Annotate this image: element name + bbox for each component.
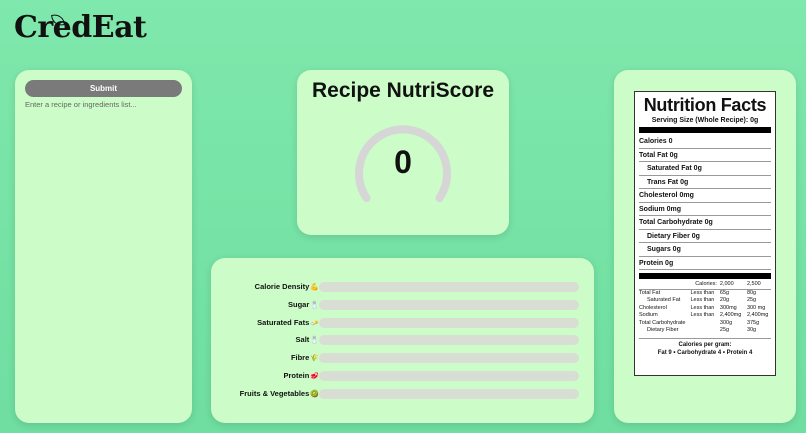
nutrition-row: Cholesterol 0mg [639,189,771,203]
nutrient-name: Salt [295,335,310,345]
nutriscore-panel: Recipe NutriScore 0 [297,70,509,235]
table-cell: 80g [746,289,757,296]
table-cell: Dietary Fiber [647,327,679,333]
nutrient-bar-track [319,299,579,310]
nutrition-facts-panel: Nutrition Facts Serving Size (Whole Reci… [614,70,796,423]
nutrient-bar-label: Salt🧂 [296,334,319,347]
nutrient-bar-label: Protein🥩 [283,370,319,383]
table-cell: 65g [719,289,730,296]
nutrient-name: Calorie Density [254,282,310,291]
table-row: Total Fat Less than 65g 80g [639,289,771,297]
nutrient-bar-row: Fruits & Vegetables🥝 [211,388,594,400]
table-row: Total Carbohydrate 300g 375g [639,320,771,328]
score-value: 0 [394,144,412,180]
table-header-cell: Calories: [690,281,717,290]
footer-line-1: Calories per gram: [678,341,732,348]
nutrition-row: Trans Fat 0g [639,176,771,189]
nutrient-bar-label: Calorie Density💪 [255,281,319,294]
nutrient-emoji-icon: 🌾 [310,355,319,363]
table-cell: Less than [690,312,715,318]
nutrient-bar-track [319,353,579,364]
nutrition-row: Saturated Fat 0g [639,162,771,176]
nutrient-emoji-icon: 🧈 [310,319,319,327]
nutrient-emoji-icon: 🧂 [310,301,319,309]
divider [639,273,771,279]
nutrition-row: Calories 0 [639,135,771,149]
nutrient-bars-panel: Calorie Density💪 Sugar🧂 Saturated Fats🧈 Sal… [211,258,594,423]
nutrient-bar-track [319,317,579,328]
footer-line-2: Fat 9 • Carbohydrate 4 • Protein 4 [657,349,753,356]
table-row: Sodium Less than 2,400mg 2,400mg [639,312,771,320]
table-cell: Total Fat [639,289,661,296]
calories-per-gram: Calories per gram: Fat 9 • Carbohydrate … [639,337,771,357]
nutrient-bar-track [319,371,579,381]
nutrient-bar-label: Fibre🌾 [291,352,319,365]
nutrient-emoji-icon: 🥝 [310,390,319,398]
nutrition-row: Sodium 0mg [639,203,771,216]
nutrition-row: Total Fat 0g [639,149,771,162]
nutrition-row: Sugars 0g [639,243,771,257]
nutrient-name: Protein [283,371,310,380]
table-cell: 300mg [719,304,737,311]
table-cell [690,327,716,335]
table-cell: 25g [746,297,757,303]
nutrient-bar-track [319,335,579,346]
table-row: Saturated Fat Less than 20g 25g [639,297,771,305]
nutrient-bar-row: Calorie Density💪 [211,281,594,293]
nutrition-row: Dietary Fiber 0g [639,230,771,243]
recipe-input[interactable] [25,100,182,400]
nutrient-bar-track [319,282,579,292]
table-cell: Cholesterol [639,304,667,311]
nutrient-bar-row: Sugar🧂 [211,299,594,311]
nutrient-bar-row: Fibre🌾 [211,352,594,364]
nutrition-row: Total Carbohydrate 0g [639,216,771,230]
table-header-cell [639,281,691,290]
table-cell: Saturated Fat [647,297,681,303]
table-header-row: Calories: 2,000 2,500 [639,281,771,290]
nutrient-name: Fibre [290,353,310,363]
nutrient-name: Saturated Fats [257,317,310,327]
table-row: Dietary Fiber 25g 30g [639,327,771,335]
table-cell: 30g [746,327,757,333]
table-cell: Less than [690,304,715,311]
table-cell: 2,400mg [719,312,742,318]
recipe-input-panel: Submit [15,70,192,423]
table-cell: Less than [690,289,715,296]
table-cell: 20g [719,297,730,303]
table-cell: 2,400mg [746,312,769,318]
table-cell: 375g [746,319,760,326]
table-cell [690,320,716,328]
nutrition-facts-title: Nutrition Facts [643,95,767,115]
nutrient-emoji-icon: 🧂 [310,337,319,345]
nutrient-bar-track [319,388,579,399]
nutrient-name: Sugar [288,299,310,309]
table-cell: Sodium [639,312,658,318]
nutrient-emoji-icon: 🥩 [310,373,319,380]
nutrient-bar-label: Sugar🧂 [288,299,319,312]
nutriscore-title: Recipe NutriScore [311,79,495,102]
nutrient-bar-label: Fruits & Vegetables🥝 [240,388,319,401]
nutrition-facts-label: Nutrition Facts Serving Size (Whole Reci… [634,91,776,376]
nutrition-row: Protein 0g [639,257,771,270]
table-cell: 25g [719,327,730,333]
table-cell: Total Carbohydrate [639,319,686,326]
table-cell: 300 mg [746,304,766,311]
nutrient-emoji-icon: 💪 [310,284,319,291]
nutrient-bar-label: Saturated Fats🧈 [257,317,319,330]
table-cell: Less than [690,297,715,303]
nutrient-bar-row: Protein🥩 [211,370,594,382]
divider [639,127,771,133]
submit-button[interactable]: Submit [25,80,182,97]
nutrient-name: Fruits & Vegetables [239,388,310,398]
nutrient-bar-row: Salt🧂 [211,334,594,346]
nutrient-bar-row: Saturated Fats🧈 [211,317,594,329]
logo-text: CredEat [14,10,147,45]
table-cell: 300g [719,319,733,326]
table-header-cell: 2,000 [716,281,744,290]
credeat-logo: CredEat [14,10,147,45]
table-row: Cholesterol Less than 300mg 300 mg [639,305,771,313]
table-header-cell: 2,500 [743,281,771,290]
daily-values-table: Calories: 2,000 2,500 Total Fat Less than 65g… [639,281,771,335]
serving-size: Serving Size (Whole Recipe): 0g [651,117,759,124]
